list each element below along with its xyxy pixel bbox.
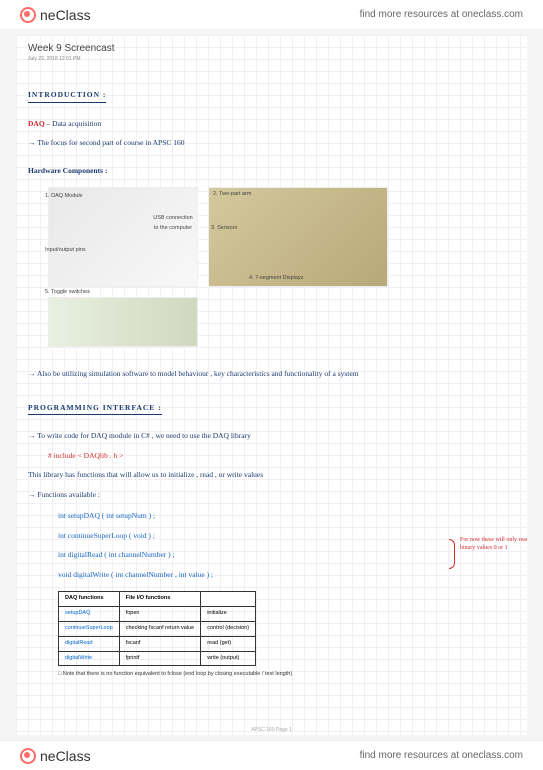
label-usb: USB connection to the computer (153, 214, 193, 234)
hardware-heading: Hardware Components : (28, 164, 515, 178)
label-sensors: 3. Sensors (211, 224, 237, 234)
footer-logo[interactable]: neClass (20, 748, 91, 764)
fclose-note: □ Note that there is no function equival… (58, 670, 515, 680)
section-introduction: INTRODUCTION : (28, 88, 106, 103)
diagram-switches (48, 297, 198, 347)
cell-fscanf-ret: checking fscanf return value (119, 621, 200, 636)
table-row: digitalRead fscanf read (get) (59, 636, 256, 651)
cell-control: control (decision) (201, 621, 256, 636)
page-number: APSC 160 Page 1 (251, 727, 292, 733)
daq-definition: DAQ – Data acquisition (28, 117, 515, 131)
th-fileio: File I/O functions (119, 592, 200, 607)
hardware-diagram: 1. DAQ Module Input/output pins 5. Toggl… (48, 187, 515, 347)
footer-bar: neClass find more resources at oneclass.… (0, 740, 543, 770)
label-io-pins: Input/output pins (45, 246, 86, 256)
focus-line: → The focus for second part of course in… (28, 136, 515, 150)
func-setupdaq: int setupDAQ ( int setupNum ) ; (58, 509, 515, 523)
cell-digitalwrite: digitalWrite (59, 651, 120, 666)
footer-logo-text: neClass (40, 748, 91, 764)
th-blank (201, 592, 256, 607)
table-row: continueSuperLoop checking fscanf return… (59, 621, 256, 636)
cell-fopen: fopen (119, 606, 200, 621)
timestamp: July 23, 2018 12:01 PM (28, 56, 515, 62)
cell-init: initialize (201, 606, 256, 621)
daq-def-text: – Data acquisition (45, 119, 101, 128)
brand-logo[interactable]: neClass (20, 7, 91, 23)
cell-setupdaq: setupDAQ (59, 606, 120, 621)
func-digitalread: int digitalRead ( int channelNumber ) ; (58, 548, 515, 562)
brace-icon (449, 539, 455, 569)
cell-superloop: continueSuperLoop (59, 621, 120, 636)
logo-icon (20, 7, 36, 23)
brace-annotation: For now these will only read or write bi… (460, 537, 527, 553)
function-list: int setupDAQ ( int setupNum ) ; int cont… (28, 509, 515, 581)
footer-logo-icon (20, 748, 36, 764)
daq-table: DAQ functions File I/O functions setupDA… (58, 591, 256, 666)
header-bar: neClass find more resources at oneclass.… (0, 0, 543, 30)
daq-term: DAQ (28, 119, 45, 128)
label-daq-module: 1. DAQ Module (45, 192, 83, 202)
prog-line3: → Functions available : (28, 488, 515, 502)
footer-tagline[interactable]: find more resources at oneclass.com (360, 750, 523, 761)
header-tagline[interactable]: find more resources at oneclass.com (360, 9, 523, 20)
page-title: Week 9 Screencast (28, 43, 515, 54)
notebook-page: Week 9 Screencast July 23, 2018 12:01 PM… (16, 35, 527, 735)
prog-line1: → To write code for DAQ module in C# , w… (28, 429, 515, 443)
include-directive: # include < DAQlib . h > (48, 449, 515, 463)
diagram-daq-module: 1. DAQ Module Input/output pins 5. Toggl… (48, 187, 198, 287)
label-7seg: 4. 7-segment Displays (249, 274, 303, 284)
section-programming: PROGRAMMING INTERFACE : (28, 401, 162, 416)
table-row: setupDAQ fopen initialize (59, 606, 256, 621)
cell-write: write (output) (201, 651, 256, 666)
table-header-row: DAQ functions File I/O functions (59, 592, 256, 607)
simulation-line: → Also be utilizing simulation software … (28, 367, 515, 381)
label-arm: 2. Two-part arm (213, 190, 251, 200)
func-digitalwrite: void digitalWrite ( int channelNumber , … (58, 568, 515, 582)
func-continuesuperloop: int continueSuperLoop ( void ) ; (58, 529, 515, 543)
prog-line2: This library has functions that will all… (28, 468, 515, 482)
table-row: digitalWrite fprintf write (output) (59, 651, 256, 666)
logo-text: neClass (40, 7, 91, 23)
th-daq: DAQ functions (59, 592, 120, 607)
diagram-arm: 2. Two-part arm 3. Sensors 4. 7-segment … (208, 187, 388, 287)
cell-digitalread: digitalRead (59, 636, 120, 651)
cell-read: read (get) (201, 636, 256, 651)
cell-fprintf: fprintf (119, 651, 200, 666)
cell-fscanf: fscanf (119, 636, 200, 651)
